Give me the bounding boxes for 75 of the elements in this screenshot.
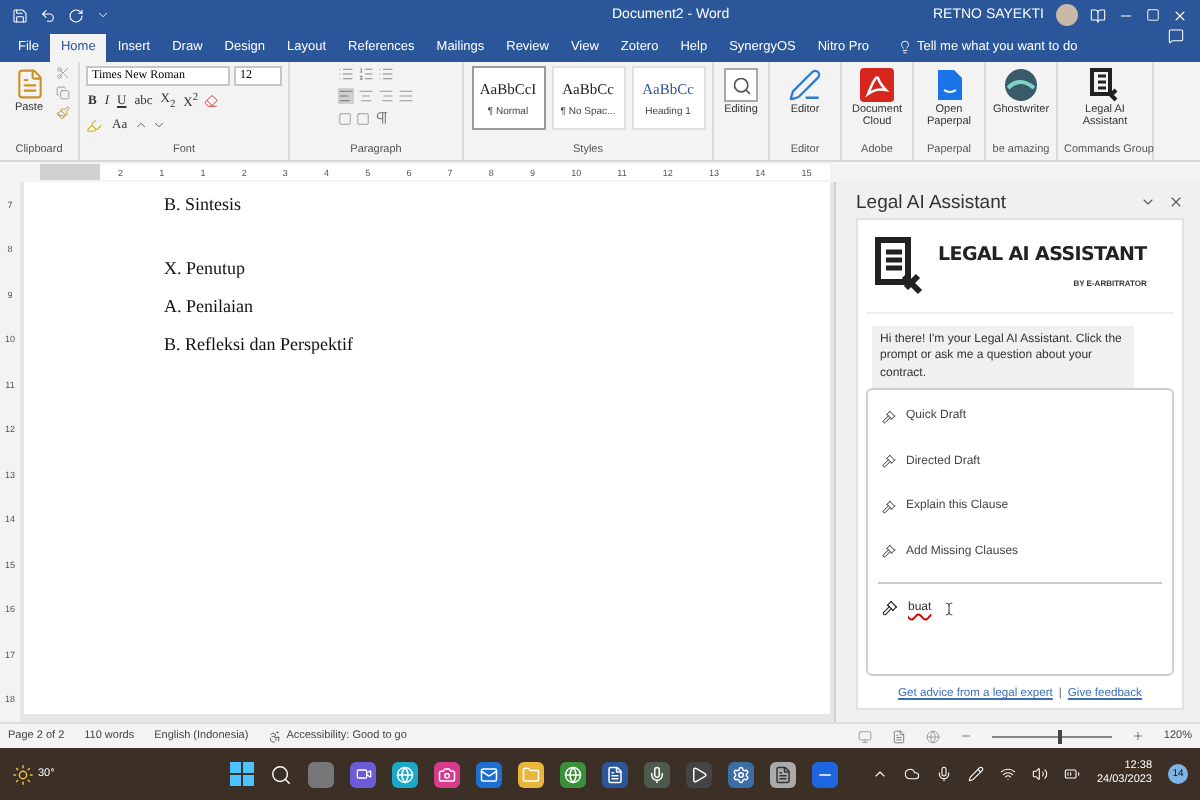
gavel-icon	[882, 454, 896, 469]
video-call-icon[interactable]	[350, 761, 377, 787]
note-icon[interactable]	[770, 761, 797, 787]
lightbulb-icon	[897, 40, 911, 54]
zoom-in-icon	[1131, 730, 1144, 742]
settings-icon[interactable]	[728, 761, 755, 787]
clipboard-icon	[13, 68, 45, 100]
panel-title: Legal AI Assistant	[856, 191, 1008, 213]
pen-icon	[788, 68, 822, 102]
align-right-icon	[378, 88, 394, 104]
web-layout-icon	[925, 729, 940, 743]
copy-icon	[55, 86, 69, 100]
tray-caret-icon	[872, 766, 889, 782]
bullets-icon	[338, 66, 354, 82]
windows-icon[interactable]	[230, 762, 255, 786]
document-line: X. Penutup	[164, 258, 245, 278]
mic-icon	[936, 766, 953, 782]
document-line: A. Penilaian	[164, 296, 253, 316]
document-icon	[935, 68, 963, 102]
ribbon-options-icon	[1090, 7, 1106, 23]
pilcrow-icon	[374, 110, 390, 126]
gavel-icon	[882, 544, 896, 559]
browser-icon[interactable]	[560, 761, 587, 787]
pen-icon	[968, 766, 985, 782]
grow-font-icon	[133, 118, 148, 133]
format-painter-icon	[55, 106, 69, 120]
gavel-icon	[882, 600, 898, 617]
view-mode-icon	[857, 729, 872, 743]
e-gavel-icon	[1090, 68, 1120, 102]
highlighter-icon	[86, 117, 102, 134]
camera-icon[interactable]	[434, 761, 461, 787]
zoom-out-icon	[959, 730, 972, 742]
print-layout-icon	[891, 729, 906, 743]
caret-icon	[96, 8, 110, 22]
close-icon	[1172, 7, 1188, 23]
word-icon[interactable]	[602, 761, 629, 787]
multilevel-list-icon	[378, 66, 394, 82]
folder-icon[interactable]	[518, 761, 545, 787]
zoom-thumb[interactable]	[1057, 729, 1062, 743]
accessibility-icon	[268, 729, 283, 743]
numbering-icon	[358, 66, 374, 82]
gavel-icon	[882, 499, 896, 514]
align-left-icon	[338, 88, 354, 104]
search-icon[interactable]	[270, 763, 293, 785]
globe-icon	[1004, 68, 1038, 102]
pdf-icon	[860, 68, 894, 102]
weather-icon	[12, 763, 34, 785]
shrink-font-icon	[151, 118, 166, 133]
align-center-icon	[358, 88, 374, 104]
close-icon	[1168, 194, 1184, 210]
restore-icon	[1146, 8, 1160, 22]
e-gavel-logo-icon	[874, 236, 926, 296]
justify-icon	[398, 88, 414, 104]
mail-icon[interactable]	[476, 761, 503, 787]
redo-icon	[68, 7, 84, 23]
battery-icon	[1064, 766, 1081, 782]
document-line: B. Sintesis	[164, 194, 242, 214]
comment-icon	[1168, 28, 1184, 44]
wifi-icon	[1000, 766, 1017, 782]
undo-icon	[40, 7, 56, 23]
browser-icon[interactable]	[392, 761, 419, 787]
volume-icon	[1032, 766, 1049, 782]
gavel-icon	[882, 409, 896, 424]
text-cursor-icon	[941, 601, 956, 616]
avatar[interactable]	[1056, 4, 1078, 26]
cut-icon	[55, 66, 69, 80]
play-icon[interactable]	[686, 761, 713, 787]
logo-title: LEGAL AI ASSISTANT	[938, 244, 1147, 266]
save-icon	[12, 7, 28, 23]
search-icon	[724, 68, 758, 102]
clear-format-icon	[204, 94, 219, 109]
document-line: B. Refleksi dan Perspektif	[164, 334, 353, 354]
cloud-icon	[904, 766, 921, 782]
mic-icon[interactable]	[644, 761, 671, 787]
caret-icon	[1140, 194, 1156, 210]
